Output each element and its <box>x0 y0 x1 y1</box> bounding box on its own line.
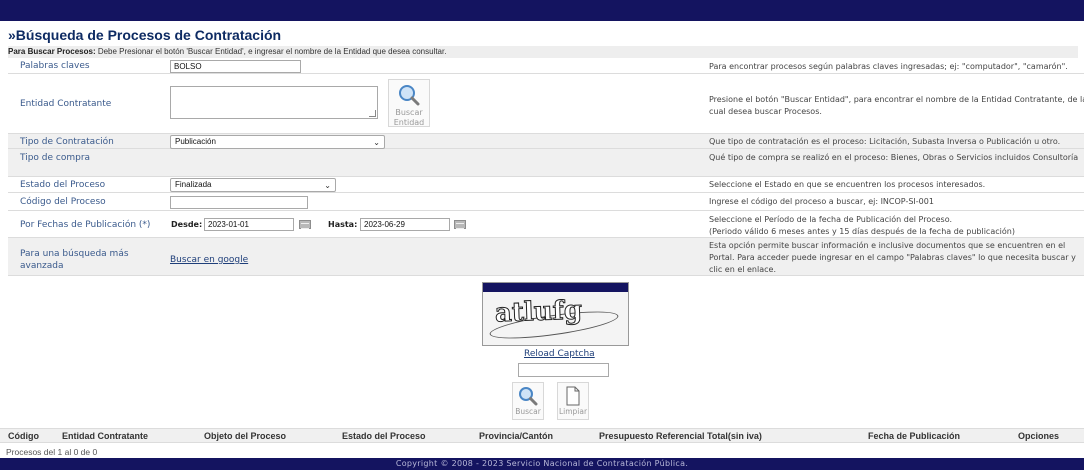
chevron-down-icon: ⌄ <box>373 138 380 147</box>
contract-type-select[interactable]: Publicación ⌄ <box>170 135 385 149</box>
results-count: Procesos del 1 al 0 de 0 <box>6 447 98 457</box>
search-entity-button[interactable]: Buscar Entidad <box>388 79 430 127</box>
page-title: »Búsqueda de Procesos de Contratación <box>8 27 282 43</box>
from-date-input[interactable]: 2023-01-01 <box>204 218 294 231</box>
captcha-input[interactable] <box>518 363 609 377</box>
col-options[interactable]: Opciones <box>1018 431 1059 441</box>
dates-hint-line2: (Periodo válido 6 meses antes y 15 días … <box>709 227 1015 236</box>
reload-captcha-link[interactable]: Reload Captcha <box>524 349 595 359</box>
code-hint: Ingrese el código del proceso a buscar, … <box>709 197 934 206</box>
status-value: Finalizada <box>175 180 212 189</box>
search-button[interactable]: Buscar <box>512 382 544 420</box>
col-object[interactable]: Objeto del Proceso <box>204 431 286 441</box>
entity-textarea[interactable] <box>170 86 378 119</box>
row-contract-type: Tipo de Contratación Publicación ⌄ Que t… <box>8 134 1084 149</box>
search-entity-label-1: Buscar <box>395 108 423 117</box>
dates-hint: Seleccione el Período de la fecha de Pub… <box>709 214 1084 238</box>
calendar-icon[interactable] <box>454 220 466 229</box>
results-header: Código Entidad Contratante Objeto del Pr… <box>0 428 1084 443</box>
code-label: Código del Proceso <box>20 197 106 207</box>
status-label: Estado del Proceso <box>20 180 106 190</box>
row-code: Código del Proceso Ingrese el código del… <box>8 193 1084 211</box>
calendar-icon[interactable] <box>299 220 311 229</box>
to-date-input[interactable]: 2023-06-29 <box>360 218 450 231</box>
dates-hint-line1: Seleccione el Período de la fecha de Pub… <box>709 215 953 224</box>
instructions-bold: Para Buscar Procesos: <box>8 47 96 56</box>
purchase-type-hint: Qué tipo de compra se realizó en el proc… <box>709 153 1079 162</box>
instructions-text: Debe Presionar el botón 'Buscar Entidad'… <box>95 47 447 56</box>
status-hint: Seleccione el Estado en que se encuentre… <box>709 180 986 189</box>
keywords-label: Palabras claves <box>20 61 90 71</box>
keywords-input[interactable]: BOLSO <box>170 60 301 73</box>
dates-label: Por Fechas de Publicación (*) <box>20 220 151 230</box>
entity-hint: Presione el botón "Buscar Entidad", para… <box>709 95 1084 116</box>
contract-type-value: Publicación <box>175 137 216 146</box>
instructions: Para Buscar Procesos: Debe Presionar el … <box>8 46 1078 58</box>
magnifier-icon <box>399 85 420 106</box>
keywords-hint: Para encontrar procesos según palabras c… <box>709 62 1068 71</box>
row-entity: Entidad Contratante Buscar Entidad Presi… <box>8 74 1084 134</box>
footer: Copyright © 2008 - 2023 Servicio Naciona… <box>0 458 1084 470</box>
row-advanced: Para una búsqueda más avanzada Buscar en… <box>8 238 1084 276</box>
captcha-text: atlufg <box>494 295 583 329</box>
entity-label: Entidad Contratante <box>20 99 112 109</box>
captcha-bar <box>483 283 628 292</box>
row-keywords: Palabras claves BOLSO Para encontrar pro… <box>8 59 1084 74</box>
status-select[interactable]: Finalizada ⌄ <box>170 178 336 192</box>
search-entity-label-2: Entidad <box>393 118 425 127</box>
from-label: Desde: <box>171 220 203 229</box>
col-entity[interactable]: Entidad Contratante <box>62 431 148 441</box>
search-button-label: Buscar <box>515 407 541 416</box>
contract-type-label: Tipo de Contratación <box>20 137 114 147</box>
document-icon <box>566 386 580 406</box>
magnifier-icon <box>519 387 538 406</box>
row-dates: Por Fechas de Publicación (*) Desde: 202… <box>8 211 1084 238</box>
clear-button-label: Limpiar <box>558 407 588 416</box>
purchase-type-label: Tipo de compra <box>20 153 91 163</box>
clear-button[interactable]: Limpiar <box>557 382 589 420</box>
code-input[interactable] <box>170 196 308 209</box>
col-status[interactable]: Estado del Proceso <box>342 431 426 441</box>
google-search-link[interactable]: Buscar en google <box>170 255 248 265</box>
col-date[interactable]: Fecha de Publicación <box>868 431 960 441</box>
to-label: Hasta: <box>328 220 358 229</box>
advanced-label: Para una búsqueda más avanzada <box>20 249 129 271</box>
top-bar <box>0 0 1084 21</box>
row-status: Estado del Proceso Finalizada ⌄ Seleccio… <box>8 177 1084 193</box>
col-code[interactable]: Código <box>8 431 39 441</box>
col-budget[interactable]: Presupuesto Referencial Total(sin iva) <box>599 431 762 441</box>
captcha-image: atlufg <box>482 282 629 346</box>
col-province[interactable]: Provincia/Cantón <box>479 431 553 441</box>
row-purchase-type: Tipo de compra Qué tipo de compra se rea… <box>8 149 1084 177</box>
advanced-hint: Esta opción permite buscar información e… <box>709 241 1076 274</box>
chevron-down-icon: ⌄ <box>324 181 331 190</box>
contract-type-hint: Que tipo de contratación es el proceso: … <box>709 137 1061 146</box>
